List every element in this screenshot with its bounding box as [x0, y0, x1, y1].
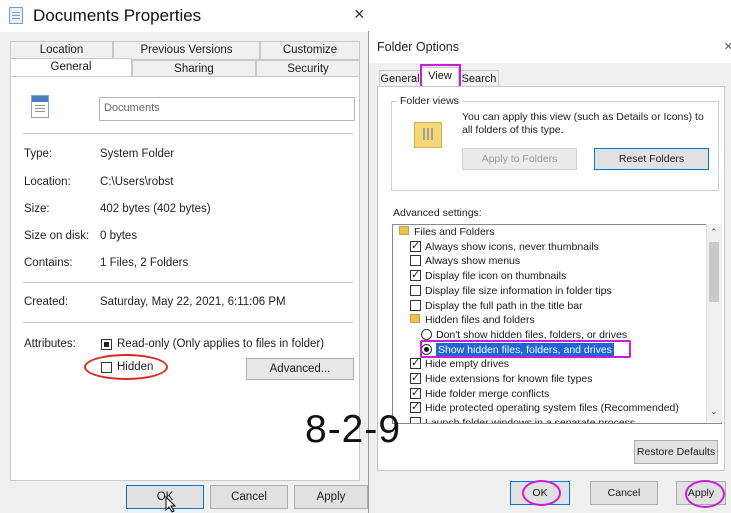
- advanced-settings-label: Advanced settings:: [393, 207, 482, 219]
- location-value: C:\Users\robst: [100, 176, 174, 188]
- cancel-button[interactable]: Cancel: [210, 485, 288, 509]
- tab-general[interactable]: General: [10, 58, 132, 77]
- size-on-disk-label: Size on disk:: [24, 230, 90, 242]
- show-hidden-highlight: [420, 340, 631, 358]
- tree-item-label: Hide protected operating system files (R…: [425, 402, 679, 415]
- readonly-label: Read-only (Only applies to files in fold…: [117, 338, 325, 350]
- checkbox-icon[interactable]: [410, 284, 421, 296]
- tree-scrollbar[interactable]: ⌃ ⌄: [706, 224, 722, 422]
- checkbox-checked-icon[interactable]: [410, 239, 421, 253]
- folder-doc-icon: [9, 7, 23, 24]
- tree-item-label: Always show menus: [425, 255, 521, 268]
- tree-item-label: Hide folder merge conflicts: [425, 387, 550, 400]
- folder-icon: [399, 226, 409, 235]
- checkbox-icon[interactable]: [410, 255, 421, 267]
- checkbox-checked-icon[interactable]: [410, 268, 421, 282]
- tab-customize[interactable]: Customize: [260, 41, 360, 60]
- tree-item-label: Launch folder windows in a separate proc…: [425, 417, 636, 424]
- apply-button[interactable]: Apply: [294, 485, 368, 509]
- checkbox-icon[interactable]: [410, 299, 421, 311]
- type-value: System Folder: [100, 148, 175, 160]
- divider: [23, 322, 353, 323]
- tab-security[interactable]: Security: [256, 60, 360, 77]
- divider: [23, 282, 353, 283]
- created-label: Created:: [24, 296, 69, 308]
- folder-name-value: Documents: [104, 102, 160, 114]
- checkbox-icon[interactable]: [410, 417, 421, 423]
- tree-item-label: Display file size information in folder …: [425, 284, 612, 297]
- tree-item-label: Hidden files and folders: [425, 314, 535, 327]
- checkbox-checked-icon[interactable]: [410, 400, 421, 414]
- close-icon[interactable]: ×: [724, 38, 731, 55]
- tree-item-label: Hide extensions for known file types: [425, 373, 593, 385]
- advanced-settings-tree[interactable]: Files and Folders Always show icons, neve…: [392, 224, 722, 424]
- scroll-thumb[interactable]: [709, 242, 719, 302]
- scroll-down-icon[interactable]: ⌄: [710, 406, 718, 417]
- tab-general[interactable]: General: [379, 70, 421, 87]
- size-label: Size:: [24, 203, 50, 215]
- checkbox-checked-icon[interactable]: [410, 386, 421, 400]
- close-icon[interactable]: ×: [354, 4, 365, 25]
- tree-item-label: Display file icon on thumbnails: [425, 270, 567, 283]
- tab-previous-versions[interactable]: Previous Versions: [113, 41, 260, 60]
- size-on-disk-value: 0 bytes: [100, 230, 138, 242]
- created-value: Saturday, May 22, 2021, 6:11:06 PM: [100, 296, 286, 308]
- contains-label: Contains:: [24, 257, 73, 269]
- folder-options-title: Folder Options: [377, 40, 459, 54]
- radio-icon[interactable]: [421, 328, 432, 340]
- type-label: Type:: [24, 148, 53, 160]
- folder-views-label: Folder views: [397, 95, 462, 107]
- view-tab-highlight: [420, 64, 461, 88]
- hidden-highlight-ring: [84, 354, 168, 380]
- apply-highlight-ring: [685, 480, 725, 508]
- attributes-label: Attributes:: [24, 338, 76, 350]
- properties-title: Documents Properties: [33, 6, 202, 25]
- overlay-label: 8-2-9: [305, 408, 402, 451]
- mouse-cursor-icon: [165, 496, 177, 513]
- scroll-up-icon[interactable]: ⌃: [710, 227, 718, 238]
- document-icon: [31, 95, 49, 118]
- cancel-button[interactable]: Cancel: [590, 481, 658, 505]
- checkbox-checked-icon[interactable]: [410, 371, 421, 385]
- contains-value: 1 Files, 2 Folders: [100, 257, 189, 269]
- advanced-button[interactable]: Advanced...: [246, 358, 354, 380]
- folder-views-description: You can apply this view (such as Details…: [462, 111, 704, 136]
- apply-to-folders-button[interactable]: Apply to Folders: [462, 148, 577, 170]
- tree-item-label: Display the full path in the title bar: [425, 299, 583, 312]
- reset-folders-button[interactable]: Reset Folders: [594, 148, 709, 170]
- readonly-checkbox[interactable]: [101, 339, 112, 350]
- tree-item-label: Hide empty drives: [425, 358, 510, 371]
- tab-sharing[interactable]: Sharing: [132, 60, 256, 77]
- folder-view-icon: [414, 122, 442, 148]
- size-value: 402 bytes (402 bytes): [100, 203, 211, 215]
- tree-item-label: Always show icons, never thumbnails: [425, 240, 599, 253]
- restore-defaults-button[interactable]: Restore Defaults: [634, 440, 718, 464]
- tab-search[interactable]: Search: [459, 70, 499, 87]
- location-label: Location:: [24, 176, 71, 188]
- tree-item-label: Files and Folders: [414, 226, 495, 238]
- divider: [23, 133, 353, 134]
- ok-highlight-ring: [522, 480, 561, 506]
- folder-icon: [410, 314, 420, 324]
- checkbox-checked-icon[interactable]: [410, 356, 421, 370]
- folder-name-field[interactable]: Documents: [99, 97, 355, 121]
